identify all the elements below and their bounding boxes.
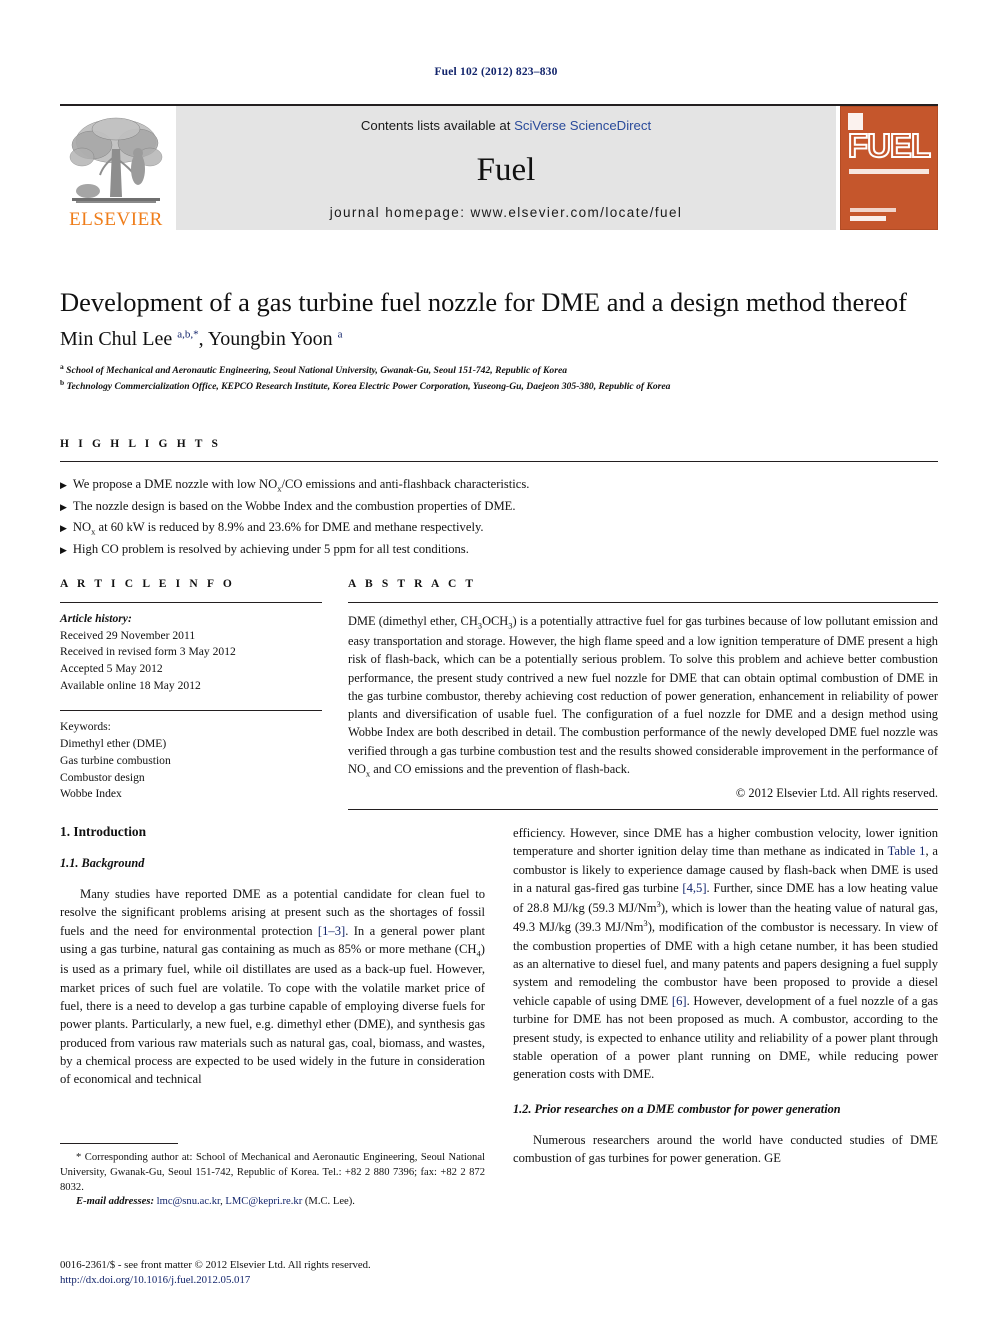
history-item: Available online 18 May 2012 xyxy=(60,678,201,692)
highlights-heading: H I G H L I G H T S xyxy=(60,438,222,450)
history-item: Received in revised form 3 May 2012 xyxy=(60,645,236,659)
body-column-right: efficiency. However, since DME has a hig… xyxy=(513,824,938,1179)
author-list: Min Chul Lee a,b,*, Youngbin Yoon a xyxy=(60,328,343,350)
article-history-label: Article history: xyxy=(60,612,132,625)
running-head: Fuel 102 (2012) 823–830 xyxy=(434,66,558,78)
article-info-section: A R T I C L E I N F O Article history: R… xyxy=(60,578,322,810)
list-item: ▶ We propose a DME nozzle with low NOx/C… xyxy=(60,474,938,496)
keyword-item: Gas turbine combustion xyxy=(60,753,171,767)
keyword-item: Wobbe Index xyxy=(60,787,122,801)
cover-title: FUEL xyxy=(847,127,932,164)
bullet-triangle-icon: ▶ xyxy=(60,502,67,513)
keywords-block: Keywords: Dimethyl ether (DME) Gas turbi… xyxy=(60,719,322,802)
page-title: Development of a gas turbine fuel nozzle… xyxy=(60,287,907,317)
bullet-triangle-icon: ▶ xyxy=(60,522,67,533)
article-history-block: Article history: Received 29 November 20… xyxy=(60,611,322,694)
list-item: ▶ The nozzle design is based on the Wobb… xyxy=(60,496,938,517)
highlight-text: We propose a DME nozzle with low NOx/CO … xyxy=(72,477,530,494)
article-page: Fuel 102 (2012) 823–830 ELSEVIER Content… xyxy=(0,0,992,1323)
body-column-left: 1. Introduction 1.1. Background Many stu… xyxy=(60,824,485,1179)
elsevier-wordmark: ELSEVIER xyxy=(69,209,163,230)
section-heading-introduction: 1. Introduction xyxy=(60,824,147,839)
cover-footer-bar-1 xyxy=(850,208,896,212)
abstract-divider xyxy=(348,602,938,603)
contents-line: Contents lists available at SciVerse Sci… xyxy=(361,118,651,133)
highlights-section: H I G H L I G H T S ▶ We propose a DME n… xyxy=(60,438,938,560)
list-item: ▶ NOx at 60 kW is reduced by 8.9% and 23… xyxy=(60,517,938,539)
journal-masthead: ELSEVIER Contents lists available at Sci… xyxy=(60,104,938,230)
keyword-item: Dimethyl ether (DME) xyxy=(60,737,167,751)
body-columns: 1. Introduction 1.1. Background Many stu… xyxy=(60,824,938,1179)
journal-title: Fuel xyxy=(476,151,536,188)
abstract-copyright: © 2012 Elsevier Ltd. All rights reserved… xyxy=(735,785,938,800)
abstract-section: A B S T R A C T DME (dimethyl ether, CH3… xyxy=(348,578,938,810)
paragraph: efficiency. However, since DME has a hig… xyxy=(513,826,939,1082)
history-item: Accepted 5 May 2012 xyxy=(60,662,163,676)
highlight-text: The nozzle design is based on the Wobbe … xyxy=(72,499,516,514)
bullet-triangle-icon: ▶ xyxy=(60,545,67,556)
list-item: ▶ High CO problem is resolved by achievi… xyxy=(60,539,938,560)
affiliation-list: a School of Mechanical and Aeronautic En… xyxy=(60,362,940,394)
journal-homepage-link[interactable]: journal homepage: www.elsevier.com/locat… xyxy=(330,205,683,220)
paragraph: Many studies have reported DME as a pote… xyxy=(60,887,486,1087)
doi-link[interactable]: http://dx.doi.org/10.1016/j.fuel.2012.05… xyxy=(60,1273,580,1288)
elsevier-tree-icon xyxy=(66,113,166,209)
keyword-item: Combustor design xyxy=(60,770,145,784)
article-info-divider xyxy=(60,602,322,603)
journal-cover-thumbnail: FUEL xyxy=(840,106,938,230)
abstract-text: DME (dimethyl ether, CH3OCH3) is a poten… xyxy=(348,614,938,779)
info-abstract-row: A R T I C L E I N F O Article history: R… xyxy=(60,578,938,810)
paragraph: Numerous researchers around the world ha… xyxy=(513,1132,938,1165)
subsection-heading-prior-researches: 1.2. Prior researches on a DME combustor… xyxy=(513,1101,841,1116)
highlight-text: High CO problem is resolved by achieving… xyxy=(72,542,469,557)
abstract-heading: A B S T R A C T xyxy=(348,578,477,590)
history-item: Received 29 November 2011 xyxy=(60,628,196,642)
colophon: 0016-2361/$ - see front matter © 2012 El… xyxy=(60,1258,580,1289)
subsection-heading-background: 1.1. Background xyxy=(60,856,145,870)
cover-subtitle-bar xyxy=(849,169,929,174)
footnote-text: * Corresponding author at: School of Mec… xyxy=(60,1152,485,1193)
journal-banner: Contents lists available at SciVerse Sci… xyxy=(176,106,836,230)
footnote-divider xyxy=(60,1143,178,1144)
corresponding-author-footnote: * Corresponding author at: School of Mec… xyxy=(60,1143,485,1210)
article-info-heading: A R T I C L E I N F O xyxy=(60,578,235,590)
affiliation-b: b Technology Commercialization Office, K… xyxy=(60,378,671,393)
contents-prefix: Contents lists available at xyxy=(360,118,515,133)
elsevier-logo: ELSEVIER xyxy=(60,106,172,230)
bullet-triangle-icon: ▶ xyxy=(60,480,67,490)
sciencedirect-link[interactable]: SciVerse ScienceDirect xyxy=(514,118,651,133)
abstract-bottom-divider xyxy=(348,808,938,810)
affiliation-a: a School of Mechanical and Aeronautic En… xyxy=(60,362,568,377)
issn-line: 0016-2361/$ - see front matter © 2012 El… xyxy=(60,1259,371,1271)
highlights-divider xyxy=(60,461,938,462)
highlights-list: ▶ We propose a DME nozzle with low NOx/C… xyxy=(60,474,938,560)
keywords-divider xyxy=(60,710,322,712)
highlight-text: NOx at 60 kW is reduced by 8.9% and 23.6… xyxy=(72,519,484,537)
footnote-emails[interactable]: E-mail addresses: lmc@snu.ac.kr, LMC@kep… xyxy=(60,1195,485,1210)
cover-footer-bar-2 xyxy=(850,216,886,221)
keywords-label: Keywords: xyxy=(60,720,111,734)
